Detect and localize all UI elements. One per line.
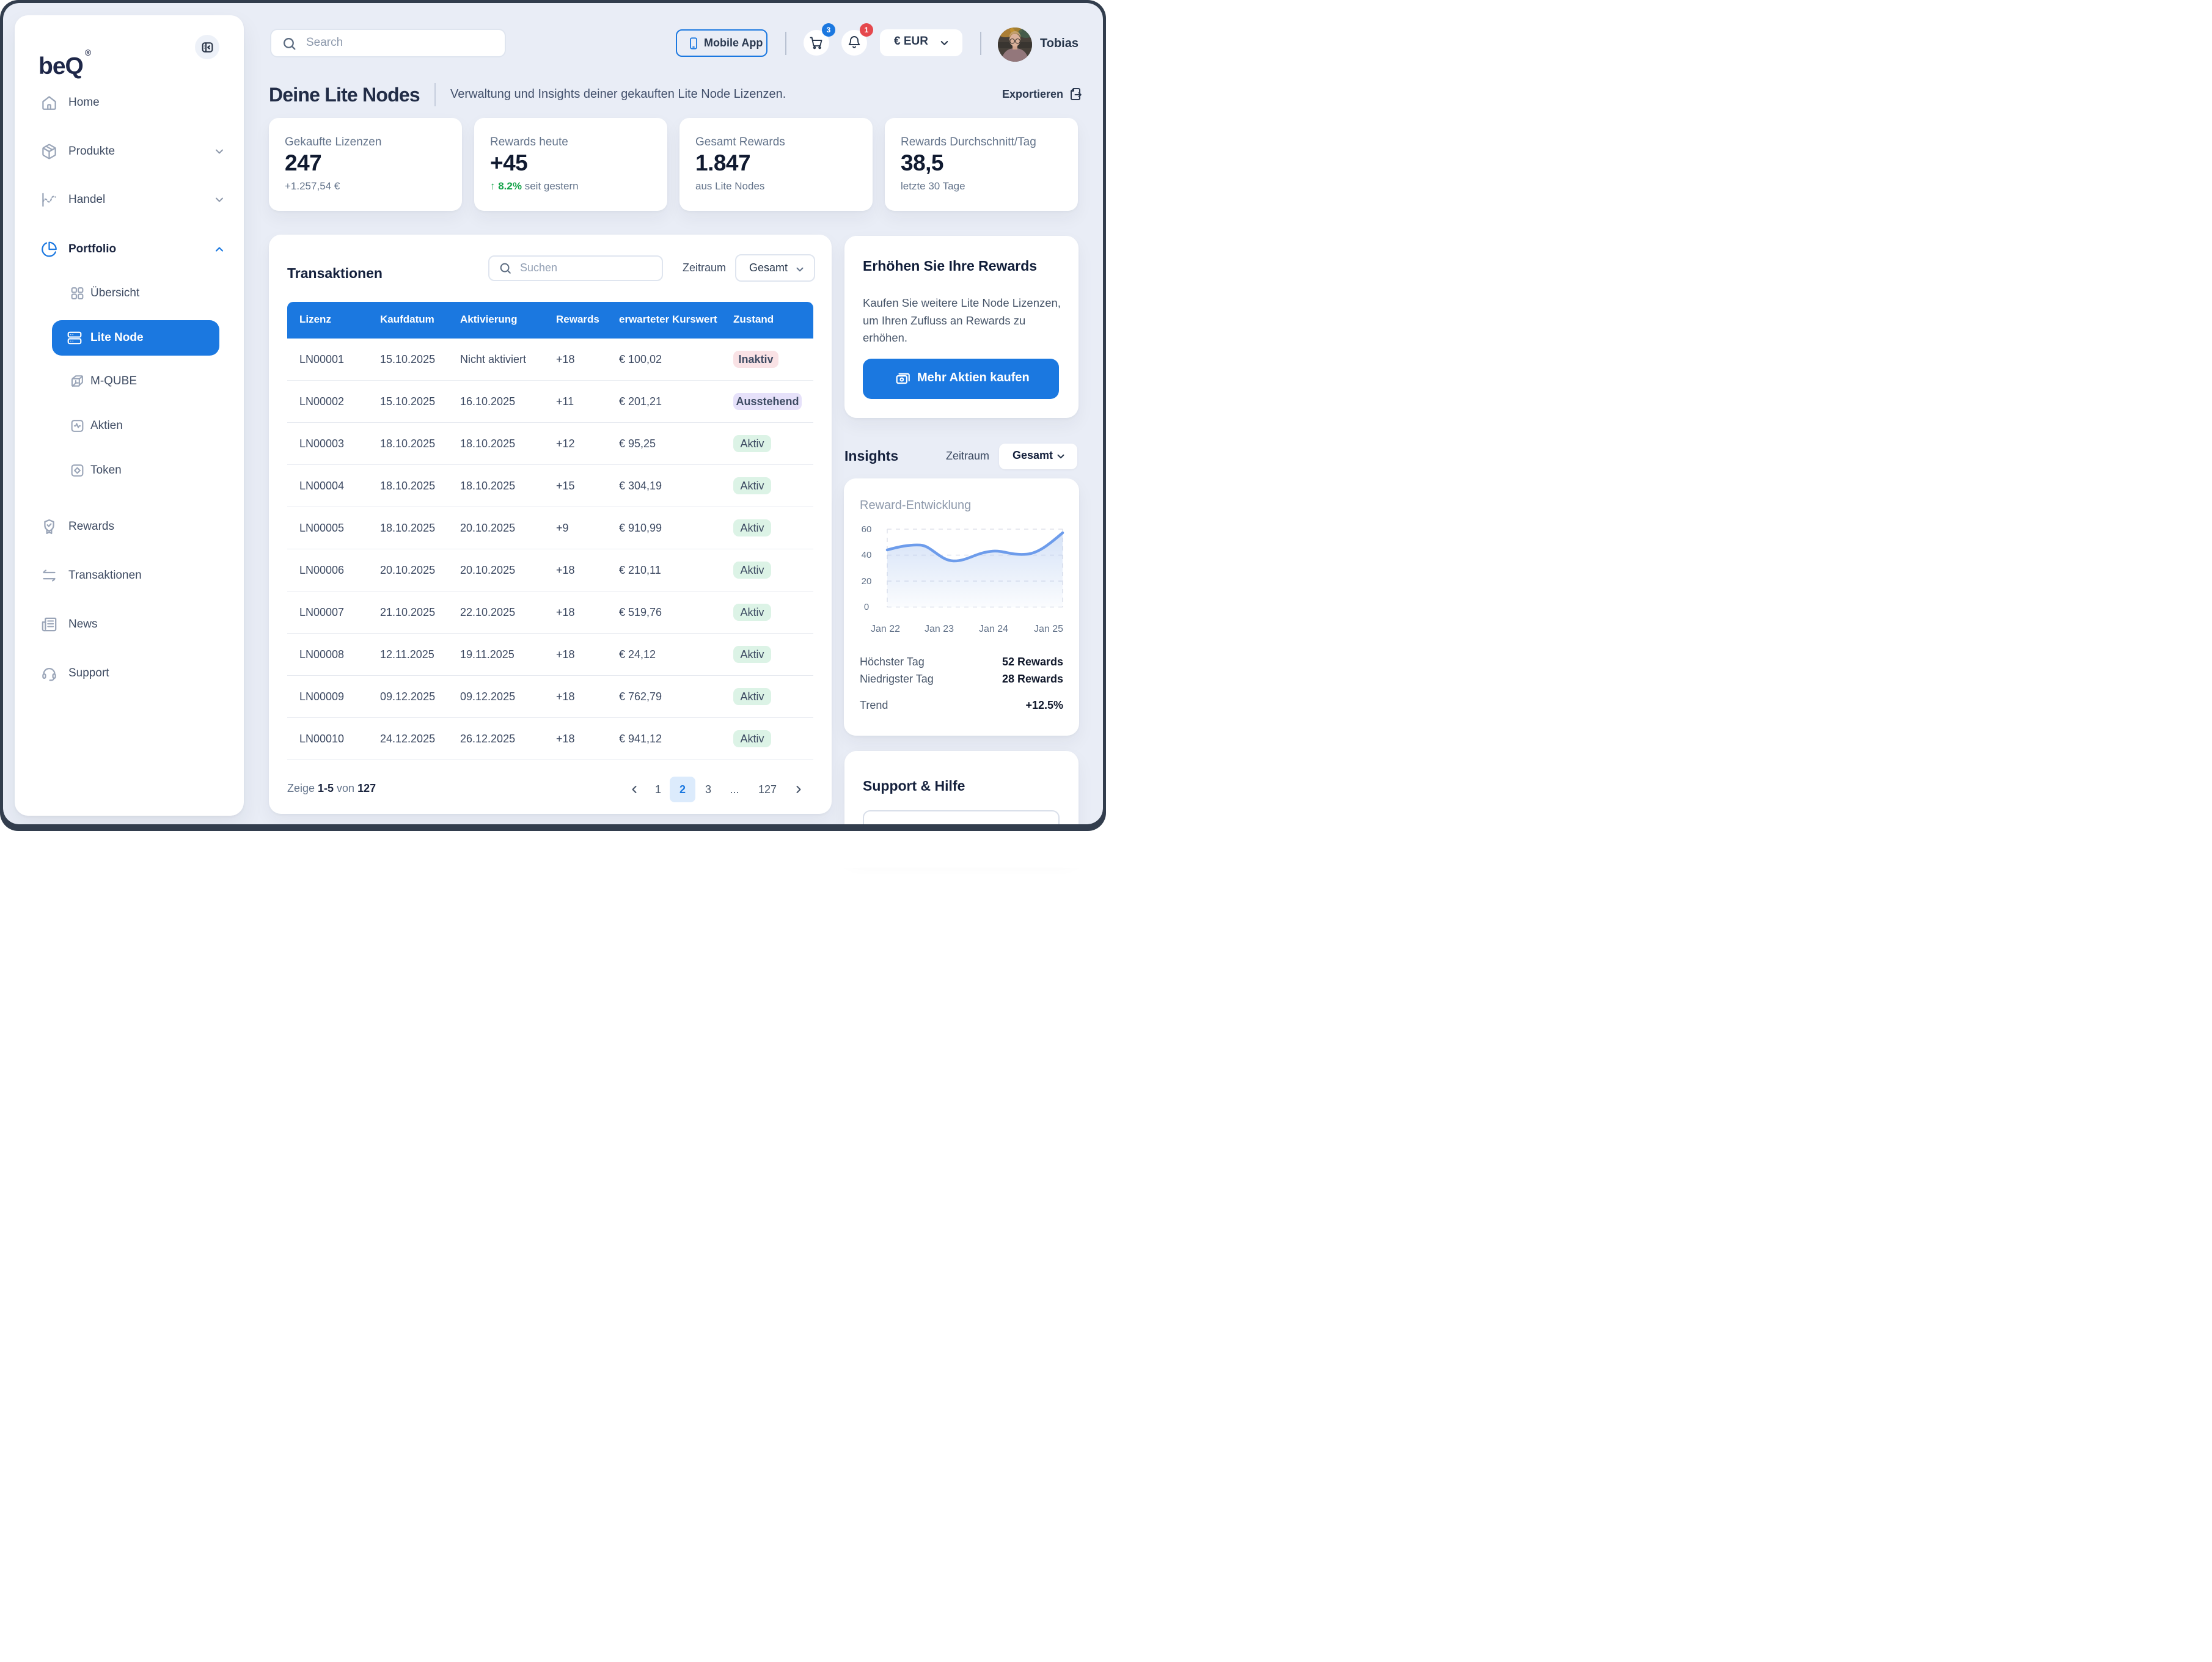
svg-text:60: 60: [862, 524, 872, 535]
svg-text:Jan 23: Jan 23: [925, 624, 954, 634]
svg-text:20: 20: [862, 576, 872, 587]
svg-text:Jan 22: Jan 22: [871, 624, 900, 634]
svg-text:Jan 25: Jan 25: [1034, 624, 1063, 634]
svg-text:0: 0: [864, 602, 869, 612]
svg-text:Jan 24: Jan 24: [979, 624, 1008, 634]
svg-text:40: 40: [862, 550, 872, 560]
